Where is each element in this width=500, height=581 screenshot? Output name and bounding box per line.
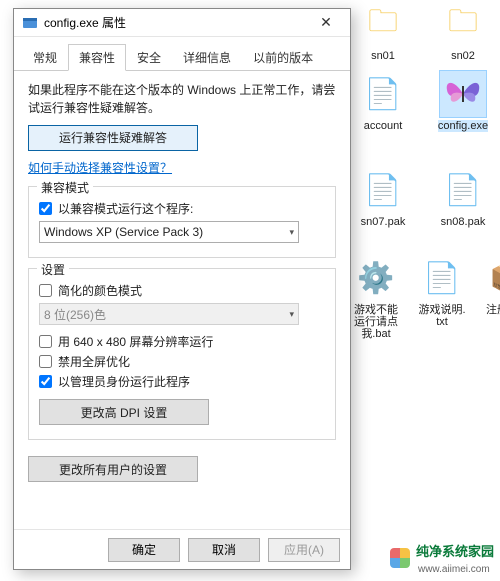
file-sn08[interactable]: 📄 sn08.pak [432, 166, 494, 228]
file-icon: 📄 [359, 166, 407, 214]
change-dpi-button[interactable]: 更改高 DPI 设置 [39, 399, 209, 425]
tab-strip: 常规 兼容性 安全 详细信息 以前的版本 [14, 37, 350, 71]
compat-mode-select[interactable]: Windows XP (Service Pack 3) ▾ [39, 221, 299, 243]
box-icon: 📦 [484, 254, 500, 302]
checkbox-label: 禁用全屏优化 [58, 353, 130, 370]
tab-general[interactable]: 常规 [22, 44, 68, 71]
intro-text: 如果此程序不能在这个版本的 Windows 上正常工作，请尝试运行兼容性疑难解答… [28, 81, 336, 117]
icon-label: sn01 [371, 50, 395, 62]
app-icon [22, 15, 38, 31]
compat-mode-checkbox[interactable]: 以兼容模式运行这个程序: [39, 200, 325, 217]
dialog-footer: 确定 取消 应用(A) [14, 529, 350, 569]
file-register[interactable]: 📦 注册蜂鸟 [484, 254, 500, 340]
file-bat[interactable]: ⚙️ 游戏不能运行请点我.bat [352, 254, 400, 340]
dialog-body: 如果此程序不能在这个版本的 Windows 上正常工作，请尝试运行兼容性疑难解答… [14, 71, 350, 529]
close-button[interactable]: ✕ [306, 10, 346, 36]
ok-button[interactable]: 确定 [108, 538, 180, 562]
titlebar[interactable]: config.exe 属性 ✕ [14, 9, 350, 37]
tab-previous-versions[interactable]: 以前的版本 [242, 44, 324, 71]
watermark-text: 纯净系统家园 [416, 544, 494, 559]
disable-fullscreen-checkbox[interactable]: 禁用全屏优化 [39, 353, 325, 370]
icon-label: sn07.pak [361, 216, 406, 228]
group-title: 兼容模式 [37, 179, 93, 196]
tab-security[interactable]: 安全 [126, 44, 172, 71]
checkbox-label: 以兼容模式运行这个程序: [58, 200, 193, 217]
select-value: 8 位(256)色 [44, 306, 106, 323]
chevron-down-icon: ▾ [289, 227, 294, 238]
select-value: Windows XP (Service Pack 3) [44, 225, 203, 239]
icon-label: config.exe [438, 120, 488, 132]
low-res-checkbox[interactable]: 用 640 x 480 屏幕分辨率运行 [39, 333, 325, 350]
checkbox-label: 简化的颜色模式 [58, 282, 142, 299]
gear-icon: ⚙️ [352, 254, 400, 302]
color-depth-select: 8 位(256)色 ▾ [39, 303, 299, 325]
checkbox-input[interactable] [39, 355, 52, 368]
reduced-color-checkbox[interactable]: 简化的颜色模式 [39, 282, 325, 299]
folder-icon: 🗀 [439, 0, 487, 48]
butterfly-icon [439, 70, 487, 118]
apply-button[interactable]: 应用(A) [268, 538, 340, 562]
help-link[interactable]: 如何手动选择兼容性设置？ [28, 159, 172, 176]
close-icon: ✕ [320, 14, 332, 31]
dialog-title: config.exe 属性 [44, 14, 306, 31]
properties-dialog: config.exe 属性 ✕ 常规 兼容性 安全 详细信息 以前的版本 如果此… [13, 8, 351, 570]
group-title: 设置 [37, 261, 69, 278]
checkbox-input[interactable] [39, 284, 52, 297]
compat-mode-group: 兼容模式 以兼容模式运行这个程序: Windows XP (Service Pa… [28, 186, 336, 258]
folder-icon: 🗀 [359, 0, 407, 48]
icon-label: 游戏不能运行请点我.bat [352, 304, 400, 340]
checkbox-input[interactable] [39, 335, 52, 348]
text-file-icon: 📄 [359, 70, 407, 118]
change-all-users-button[interactable]: 更改所有用户的设置 [28, 456, 198, 482]
file-account[interactable]: 📄 account [352, 70, 414, 132]
cancel-button[interactable]: 取消 [188, 538, 260, 562]
file-txt[interactable]: 📄 游戏说明.txt [418, 254, 466, 340]
file-icon: 📄 [439, 166, 487, 214]
text-file-icon: 📄 [418, 254, 466, 302]
icon-label: sn02 [451, 50, 475, 62]
tab-details[interactable]: 详细信息 [172, 44, 242, 71]
tab-compatibility[interactable]: 兼容性 [68, 44, 126, 71]
chevron-down-icon: ▾ [289, 309, 294, 320]
run-troubleshooter-button[interactable]: 运行兼容性疑难解答 [28, 125, 198, 151]
checkbox-label: 以管理员身份运行此程序 [58, 373, 190, 390]
icon-label: 注册蜂鸟 [486, 304, 500, 316]
checkbox-input[interactable] [39, 202, 52, 215]
file-sn07[interactable]: 📄 sn07.pak [352, 166, 414, 228]
icon-label: account [364, 120, 403, 132]
run-as-admin-checkbox[interactable]: 以管理员身份运行此程序 [39, 373, 325, 390]
file-config-exe[interactable]: config.exe [432, 70, 494, 132]
icon-label: sn08.pak [441, 216, 486, 228]
watermark-url: www.aiimei.com [418, 564, 490, 575]
watermark: 纯净系统家园 www.aiimei.com [390, 541, 494, 575]
watermark-logo-icon [390, 548, 410, 568]
folder-sn02[interactable]: 🗀 sn02 [432, 0, 494, 62]
icon-label: 游戏说明.txt [418, 304, 466, 328]
settings-group: 设置 简化的颜色模式 8 位(256)色 ▾ 用 640 x 480 屏幕分辨率… [28, 268, 336, 440]
checkbox-label: 用 640 x 480 屏幕分辨率运行 [58, 333, 213, 350]
folder-sn01[interactable]: 🗀 sn01 [352, 0, 414, 62]
checkbox-input[interactable] [39, 375, 52, 388]
